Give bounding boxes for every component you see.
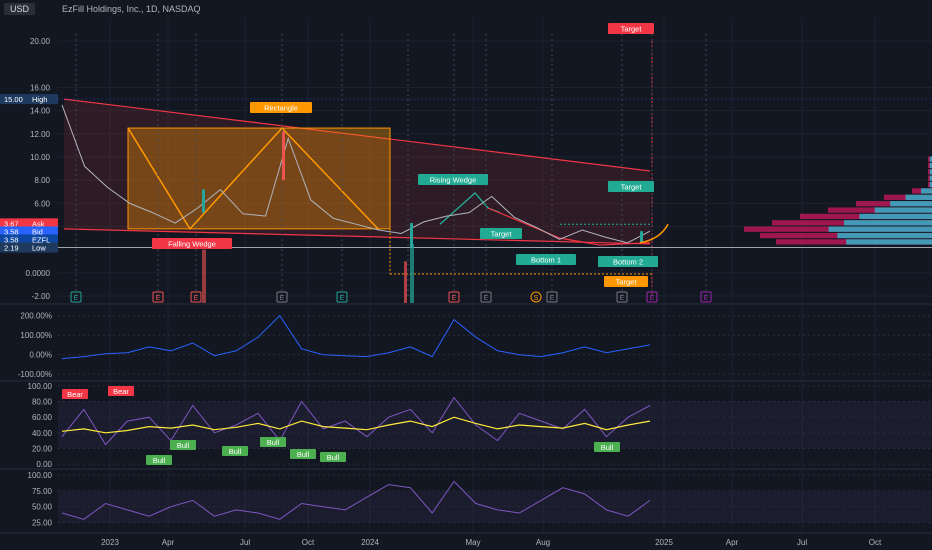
bottom-2-label: Bottom 2: [613, 258, 643, 267]
pane3-tick-label: 75.00: [32, 487, 53, 496]
volume-profile-bar-teal: [859, 213, 932, 220]
volume-profile-bar-teal: [844, 220, 932, 226]
event-marker-label: E: [620, 295, 625, 302]
volume-profile-bar-teal: [828, 226, 932, 232]
signal-label: Bear: [67, 390, 83, 399]
event-marker-label: E: [340, 295, 345, 302]
volume-profile-bar-teal: [846, 239, 932, 245]
falling-wedge-label: Falling Wedge: [168, 240, 216, 249]
x-axis-tick-label: May: [465, 538, 480, 547]
signal-label: Bull: [297, 450, 310, 459]
volume-profile-bar-teal: [837, 232, 932, 239]
event-marker-label: E: [280, 295, 285, 302]
target-label: Target: [621, 183, 643, 192]
event-marker-label: E: [156, 295, 161, 302]
chart-screenshot: USD EzFill Holdings, Inc., 1D, NASDAQ 20…: [0, 0, 932, 550]
price-tag-value: 15.00: [4, 95, 23, 104]
pane2-tick-label: 60.00: [32, 413, 53, 422]
event-marker-label: E: [704, 295, 709, 302]
candle-bull: [202, 189, 205, 213]
pane1-tick-label: -100.00%: [18, 370, 52, 379]
price-tick-label: 0.0000: [26, 269, 51, 278]
signal-label: Bear: [113, 387, 129, 396]
pane1-tick-label: 200.00%: [20, 312, 52, 321]
pane2-tick-label: 40.00: [32, 429, 53, 438]
price-tick-label: 6.00: [34, 199, 50, 208]
price-tag-label: Low: [32, 244, 46, 253]
volume-profile-bar-teal: [905, 194, 932, 200]
rectangle-pattern: [127, 127, 391, 230]
signal-label: Bull: [267, 438, 280, 447]
price-tag-label: High: [32, 95, 47, 104]
signal-label: Bull: [601, 443, 614, 452]
event-marker-label: E: [650, 295, 655, 302]
pane2-tick-label: 20.00: [32, 444, 53, 453]
bottom-1-label: Bottom 1: [531, 256, 561, 265]
x-axis-tick-label: Apr: [726, 538, 739, 547]
pane2-tick-label: 80.00: [32, 398, 53, 407]
price-tick-label: 14.00: [30, 107, 51, 116]
pane3-tick-label: 25.00: [32, 519, 53, 528]
x-axis-tick-label: Apr: [162, 538, 175, 547]
x-axis-tick-label: 2023: [101, 538, 119, 547]
candle-bull: [410, 223, 413, 248]
event-marker-label: E: [74, 295, 79, 302]
x-axis-tick-label: Oct: [302, 538, 315, 547]
pane2-tick-label: 100.00: [28, 382, 53, 391]
price-tick-label: 10.00: [30, 153, 51, 162]
price-tag-value: 2.19: [4, 244, 19, 253]
pane1-line: [61, 314, 651, 360]
event-marker-label: E: [484, 295, 489, 302]
x-axis-tick-label: 2025: [655, 538, 673, 547]
x-axis-tick-label: Jul: [797, 538, 807, 547]
pane2-tick-label: 0.00: [36, 460, 52, 469]
event-marker-label: E: [194, 295, 199, 302]
chart-canvas[interactable]: 20.0016.0014.0012.0010.008.006.004.000.0…: [0, 0, 932, 550]
volume-profile-bar-teal: [890, 201, 932, 207]
target-label: Target: [491, 230, 513, 239]
x-axis-tick-label: Oct: [869, 538, 882, 547]
price-tick-label: 12.00: [30, 130, 51, 139]
pane1-tick-label: 0.00%: [29, 351, 52, 360]
signal-label: Bull: [327, 453, 340, 462]
target-label: Target: [621, 25, 643, 34]
candle-bull: [640, 231, 643, 243]
volume-bar: [202, 249, 206, 303]
x-axis-tick-label: 2024: [361, 538, 379, 547]
pane1-tick-label: 100.00%: [20, 331, 52, 340]
pane3-tick-label: 50.00: [32, 503, 53, 512]
price-tick-label: 20.00: [30, 37, 51, 46]
volume-bar: [404, 261, 407, 303]
target-label: Target: [616, 278, 638, 287]
pane3-tick-label: 100.00: [28, 471, 53, 480]
signal-label: Bull: [153, 456, 166, 465]
rising-wedge-label: Rising Wedge: [430, 176, 477, 185]
volume-profile-bar-teal: [874, 207, 932, 213]
price-tick-label: 8.00: [34, 176, 50, 185]
signal-label: Bull: [229, 447, 242, 456]
rectangle-label: Rectangle: [264, 104, 298, 113]
price-tick-label: -2.00: [32, 292, 51, 301]
event-marker-label: E: [452, 295, 457, 302]
signal-label: Bull: [177, 441, 190, 450]
volume-profile-bar-teal: [921, 188, 932, 194]
candle-bear: [282, 131, 285, 181]
volume-bar: [410, 243, 414, 303]
x-axis-tick-label: Jul: [240, 538, 250, 547]
event-marker-label: E: [550, 295, 555, 302]
price-tick-label: 16.00: [30, 84, 51, 93]
event-marker-label: S: [534, 295, 539, 302]
x-axis-tick-label: Aug: [536, 538, 550, 547]
